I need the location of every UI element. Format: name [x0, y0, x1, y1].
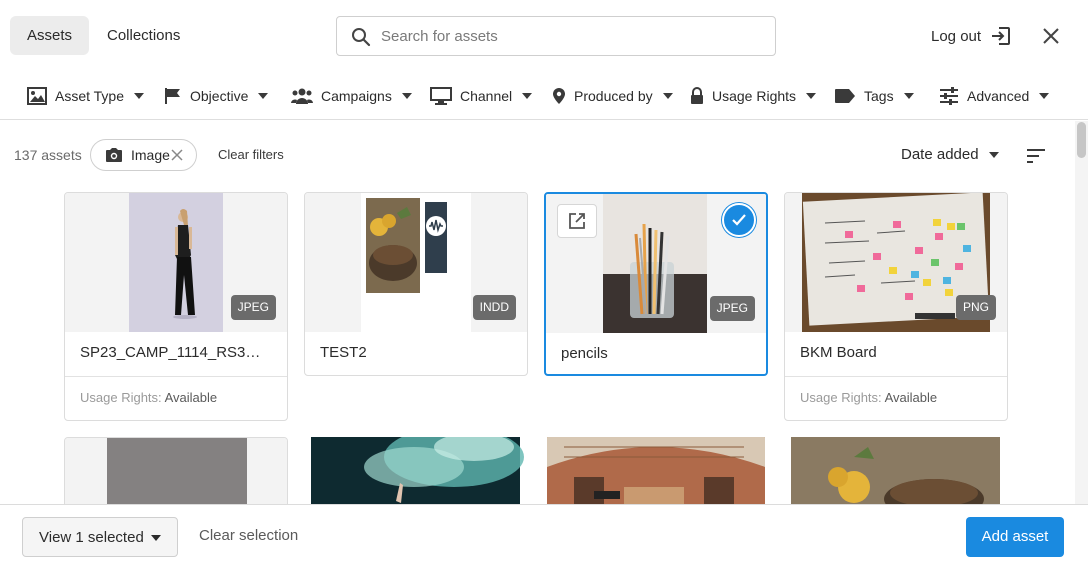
lock-icon — [690, 87, 704, 105]
sliders-icon — [939, 87, 959, 105]
filter-label: Asset Type — [55, 88, 125, 104]
filter-objective[interactable]: Objective — [164, 84, 269, 108]
open-external-icon — [569, 213, 585, 229]
filter-usage-rights[interactable]: Usage Rights — [690, 84, 817, 108]
asset-thumbnail: INDD — [305, 193, 527, 332]
search-input[interactable] — [381, 17, 761, 55]
open-external-button[interactable] — [557, 204, 597, 238]
usage-rights: Usage Rights: Available — [785, 376, 1007, 419]
search-icon — [352, 28, 371, 47]
sort-label: Date added — [901, 146, 979, 163]
top-bar: Assets Collections Log out — [0, 0, 1088, 72]
selection-footer: View 1 selected Clear selection Add asse… — [0, 504, 1088, 568]
file-type-badge: PNG — [955, 295, 996, 320]
asset-thumbnail: PNG — [785, 193, 1007, 332]
filter-label: Produced by — [574, 88, 653, 104]
filter-label: Campaigns — [321, 88, 392, 104]
asset-thumbnail: JPEG — [546, 194, 766, 333]
add-asset-button[interactable]: Add asset — [966, 517, 1064, 557]
filter-channel[interactable]: Channel — [430, 84, 533, 108]
asset-card-selected[interactable]: JPEG pencils — [544, 192, 768, 376]
view-selected-dropdown[interactable]: View 1 selected — [22, 517, 178, 557]
asset-name: BKM Board — [800, 344, 877, 361]
chevron-down-icon — [806, 93, 817, 99]
clear-selection-button[interactable]: Clear selection — [199, 527, 298, 544]
filter-campaigns[interactable]: Campaigns — [291, 84, 412, 108]
filter-label: Channel — [460, 88, 513, 104]
monitor-icon — [430, 87, 452, 105]
filter-tags[interactable]: Tags — [834, 84, 914, 108]
usage-rights-label: Usage Rights: — [800, 390, 882, 405]
tab-collections[interactable]: Collections — [90, 16, 197, 55]
location-pin-icon — [552, 87, 566, 105]
asset-count: 137 assets — [14, 147, 82, 163]
chip-label: Image — [131, 147, 170, 163]
asset-picker-modal: Assets Collections Log out — [0, 0, 1088, 568]
selected-check-icon[interactable] — [722, 203, 756, 237]
clear-filters-button[interactable]: Clear filters — [218, 147, 284, 162]
tab-assets[interactable]: Assets — [10, 16, 90, 55]
chevron-down-icon — [134, 93, 145, 99]
chevron-down-icon — [1039, 93, 1050, 99]
sort-order-icon[interactable] — [1026, 148, 1046, 164]
scrollbar-track[interactable] — [1075, 121, 1088, 504]
logout-label: Log out — [931, 27, 982, 45]
results-bar: 137 assets Image Clear filters Date adde… — [0, 121, 1075, 187]
filter-label: Usage Rights — [712, 88, 797, 104]
usage-rights: Usage Rights: Available — [65, 376, 287, 419]
sort-dropdown[interactable]: Date added — [901, 146, 999, 163]
chevron-down-icon — [988, 151, 999, 158]
asset-card[interactable]: PNG BKM Board Usage Rights: Available — [784, 192, 1008, 421]
people-group-icon — [291, 87, 313, 105]
filter-produced-by[interactable]: Produced by — [552, 84, 673, 108]
asset-name: TEST2 — [320, 344, 367, 361]
filter-asset-type[interactable]: Asset Type — [27, 84, 145, 108]
chevron-down-icon — [401, 93, 412, 99]
scrollbar-thumb[interactable] — [1077, 122, 1086, 158]
chevron-down-icon — [522, 93, 533, 99]
file-type-badge: JPEG — [709, 296, 755, 321]
logout-icon — [992, 27, 1011, 45]
filter-label: Advanced — [967, 88, 1030, 104]
asset-name: SP23_CAMP_1114_RS3D0… — [80, 344, 280, 361]
image-icon — [27, 87, 47, 105]
asset-card[interactable]: INDD TEST2 — [304, 192, 528, 376]
remove-filter-icon[interactable] — [170, 148, 184, 162]
asset-card[interactable]: JPEG SP23_CAMP_1114_RS3D0… Usage Rights:… — [64, 192, 288, 421]
filter-advanced[interactable]: Advanced — [939, 84, 1050, 108]
usage-rights-value: Available — [164, 390, 218, 405]
file-type-badge: INDD — [472, 295, 516, 320]
close-icon[interactable] — [1040, 25, 1062, 47]
chevron-down-icon — [903, 93, 914, 99]
search-box — [336, 16, 776, 56]
camera-icon — [105, 147, 123, 163]
flag-icon — [164, 87, 182, 105]
chevron-down-icon — [258, 93, 269, 99]
chevron-down-icon — [662, 93, 673, 99]
view-selected-label: View 1 selected — [39, 528, 144, 546]
active-filter-chip: Image — [90, 139, 197, 171]
usage-rights-value: Available — [884, 390, 938, 405]
asset-thumbnail: JPEG — [65, 193, 287, 332]
asset-name: pencils — [561, 345, 608, 362]
logout-button[interactable]: Log out — [931, 24, 1011, 48]
filter-label: Objective — [190, 88, 249, 104]
usage-rights-label: Usage Rights: — [80, 390, 162, 405]
chevron-down-icon — [151, 535, 161, 541]
filter-bar: Asset Type Objective Campaigns Channel P… — [0, 72, 1088, 120]
filter-label: Tags — [864, 88, 894, 104]
file-type-badge: JPEG — [230, 295, 276, 320]
tag-icon — [834, 88, 856, 104]
